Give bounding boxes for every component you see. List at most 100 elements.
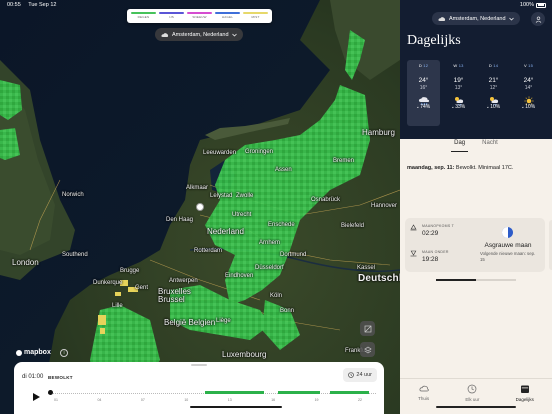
legend-item: SNEEUW: [187, 12, 212, 23]
day-description-date: maandag, sep. 11:: [407, 165, 455, 171]
day-max-temp: 24°: [418, 77, 429, 84]
moonset-label: MAAN ONDER: [422, 250, 449, 254]
day-card[interactable]: W 13 19° 13° 💧︎ 33%: [442, 60, 475, 126]
city-label: Nederland: [207, 227, 244, 236]
day-name: D: [488, 63, 492, 68]
city-label: Den Haag: [166, 217, 194, 223]
timeline-tick-label: 07: [140, 398, 145, 402]
layers-button[interactable]: [360, 321, 375, 336]
clock-icon: [467, 384, 477, 395]
day-name: D: [418, 63, 422, 68]
city-label: Zwolle: [236, 193, 254, 199]
city-label: Lelystad: [210, 193, 233, 199]
timeline-rain-segment: [205, 391, 265, 394]
map-location-selector[interactable]: Amsterdam, Nederland: [155, 28, 243, 41]
cloud-home-icon: [419, 384, 429, 394]
day-card[interactable]: V 15 24° 14° 💧︎ 10%: [512, 60, 545, 126]
day-label: D 12: [407, 63, 440, 68]
city-label: Bonn: [280, 308, 295, 314]
day-rain-chance: 💧︎ 10%: [477, 104, 510, 110]
moon-phase-icon: [502, 227, 513, 238]
battery-icon: [536, 2, 546, 8]
city-label: Antwerpen: [169, 278, 198, 284]
city-label: Bremen: [333, 158, 355, 164]
city-label: Enschede: [268, 222, 295, 228]
radar-map[interactable]: Hamburg Bremen Groningen Leeuwarden Asse…: [0, 0, 400, 414]
raindrop-icon: 💧︎: [451, 104, 454, 110]
day-number: 13: [458, 63, 464, 68]
day-min-temp: 14°: [524, 85, 533, 91]
sheet-grabber[interactable]: [191, 364, 207, 366]
nav-thuis[interactable]: Thuis: [418, 384, 429, 414]
city-label: Southend: [62, 252, 88, 258]
rain-chance-value: 33%: [455, 104, 466, 110]
user-icon: [535, 16, 541, 23]
city-label: Assen: [275, 167, 292, 173]
day-description-text: Bewolkt. Minimaal 17C.: [455, 165, 514, 171]
day-label: W 13: [442, 63, 475, 68]
timeline-tick-label: 10: [184, 398, 189, 402]
day-card[interactable]: D 14 21° 12° 💧︎ 10%: [477, 60, 510, 126]
timeline-tick-label: 01: [54, 398, 58, 402]
moonrise-value: 02:29: [422, 229, 439, 237]
legend-label: HAGEL: [221, 15, 234, 19]
map-location-label: Amsterdam, Nederland: [172, 31, 229, 38]
nav-dagelijks[interactable]: Dagelijks: [516, 384, 534, 414]
account-button[interactable]: [531, 12, 545, 26]
legend-label: MIST: [251, 15, 260, 19]
moon-card[interactable]: MAANOPKOMS T 02:29 MAAN ONDER 19:28 Asgr…: [405, 218, 545, 272]
day-min-temp: 13°: [454, 85, 463, 91]
timeline-condition: BEWOLKT: [48, 375, 73, 380]
timeline-tick-label: 22: [358, 398, 362, 402]
legend-swatch: [215, 12, 240, 14]
info-icon[interactable]: i: [60, 349, 68, 357]
day-max-temp: 21°: [488, 77, 499, 84]
status-time: 00:55: [7, 2, 21, 8]
raindrop-icon: 💧︎: [416, 104, 419, 110]
sun-icon: [523, 93, 535, 106]
calendar-icon: [520, 384, 530, 395]
raindrop-icon: 💧︎: [486, 104, 489, 110]
range-label: 24 uur: [356, 372, 372, 378]
day-min-temp: 12°: [489, 85, 498, 91]
city-label: Köln: [270, 293, 283, 299]
timeline-tick-label: 04: [97, 398, 102, 402]
city-label: Norwich: [62, 192, 84, 198]
city-label: Kassel: [357, 265, 376, 271]
play-button[interactable]: [30, 391, 42, 403]
nav-elk-uur[interactable]: Elk uur: [465, 384, 479, 414]
timeline-rain-segment: [277, 391, 321, 394]
day-label: V 15: [512, 63, 545, 68]
day-number: 15: [528, 63, 534, 68]
location-selector[interactable]: Amsterdam, Nederland: [432, 12, 520, 25]
cloud-moon-icon: [161, 32, 169, 37]
tab-nacht[interactable]: Nacht: [479, 140, 501, 152]
day-card[interactable]: D 12 24° 16° 💧︎ 74%: [407, 60, 440, 126]
city-label: Hamburg: [362, 128, 395, 137]
city-label: Arnhem: [259, 240, 281, 246]
next-new-moon: Volgende nieuwe maan: sep. 15: [480, 251, 536, 262]
tab-dag[interactable]: Dag: [451, 140, 469, 152]
location-label: Amsterdam, Nederland: [449, 15, 506, 22]
country-label: Deutschland: [358, 273, 400, 284]
map-layer-icon: [364, 325, 371, 332]
moonset-row: MAAN ONDER 19:28: [410, 250, 449, 263]
cloud-moon-icon: [438, 16, 446, 21]
moonrise-row: MAANOPKOMS T 02:29: [410, 224, 456, 237]
pager-active: [436, 279, 476, 281]
battery-percent: 100%: [519, 2, 534, 8]
range-button[interactable]: 24 uur: [343, 368, 377, 382]
city-label: Bielefeld: [341, 223, 365, 229]
city-label: Gent: [135, 285, 149, 291]
timeline-scrubber[interactable]: 01 04 07 10 13 16 19 22: [48, 390, 376, 405]
timeline-knob[interactable]: [48, 390, 53, 395]
rain-cloud-icon: [418, 93, 430, 106]
sun-rain-icon: [453, 93, 465, 106]
city-label: Dortmund: [280, 252, 307, 258]
day-name: W: [453, 63, 458, 68]
play-icon: [32, 393, 40, 401]
stack-button[interactable]: [360, 342, 375, 357]
city-label: Liège: [216, 318, 231, 324]
legend-item: MIST: [243, 12, 268, 23]
legend-label: SNEEUW: [192, 15, 207, 19]
